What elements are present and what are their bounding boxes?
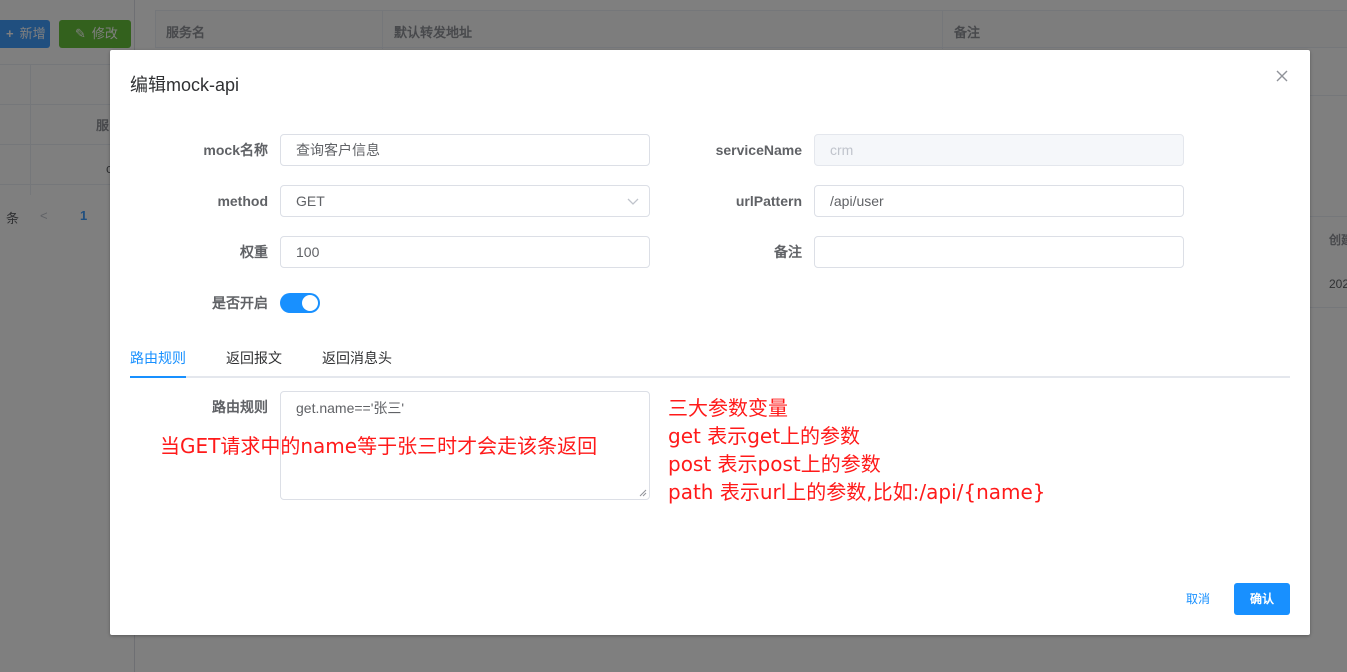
method-select[interactable]: GET <box>280 185 650 217</box>
route-rule-value: get.name=='张三' <box>296 400 405 416</box>
tab-route-rule[interactable]: 路由规则 <box>130 348 186 368</box>
switch-knob <box>302 295 318 311</box>
annotation-line: 三大参数变量 <box>668 396 788 420</box>
weight-label: 权重 <box>240 244 268 260</box>
url-pattern-label: urlPattern <box>735 193 802 209</box>
edit-mock-api-dialog: 编辑mock-api mock名称 查询客户信息 serviceName crm… <box>110 50 1310 635</box>
annotation-line: get 表示get上的参数 <box>668 424 861 448</box>
enabled-label: 是否开启 <box>212 295 268 311</box>
dialog-title: 编辑mock-api <box>130 75 240 95</box>
chevron-down-icon <box>627 198 639 205</box>
enabled-switch[interactable] <box>280 293 320 313</box>
tab-response-body[interactable]: 返回报文 <box>226 348 282 368</box>
cancel-button[interactable]: 取消 <box>1186 590 1210 607</box>
route-rule-label: 路由规则 <box>212 399 268 415</box>
annotation-right: 三大参数变量 get 表示get上的参数 post 表示post上的参数 pat… <box>668 394 1046 506</box>
method-select-value: GET <box>296 193 325 209</box>
service-name-input: crm <box>814 134 1184 166</box>
tabs-bar: 路由规则 返回报文 返回消息头 <box>130 344 1290 378</box>
url-pattern-input[interactable]: /api/user <box>814 185 1184 217</box>
remark-label: 备注 <box>774 244 802 260</box>
mock-name-input[interactable]: 查询客户信息 <box>280 134 650 166</box>
weight-input[interactable]: 100 <box>280 236 650 268</box>
close-icon[interactable] <box>1274 68 1290 84</box>
mock-name-label: mock名称 <box>203 142 268 158</box>
annotation-left: 当GET请求中的name等于张三时才会走该条返回 <box>160 434 598 458</box>
active-tab-indicator <box>130 376 186 378</box>
tab-response-headers[interactable]: 返回消息头 <box>322 348 392 368</box>
resize-handle-icon[interactable] <box>639 489 647 497</box>
annotation-line: path 表示url上的参数,比如:/api/{name} <box>668 480 1046 504</box>
remark-input[interactable] <box>814 236 1184 268</box>
annotation-line: post 表示post上的参数 <box>668 452 881 476</box>
service-name-label: serviceName <box>715 142 802 158</box>
method-label: method <box>217 193 268 209</box>
confirm-button[interactable]: 确认 <box>1234 583 1290 615</box>
